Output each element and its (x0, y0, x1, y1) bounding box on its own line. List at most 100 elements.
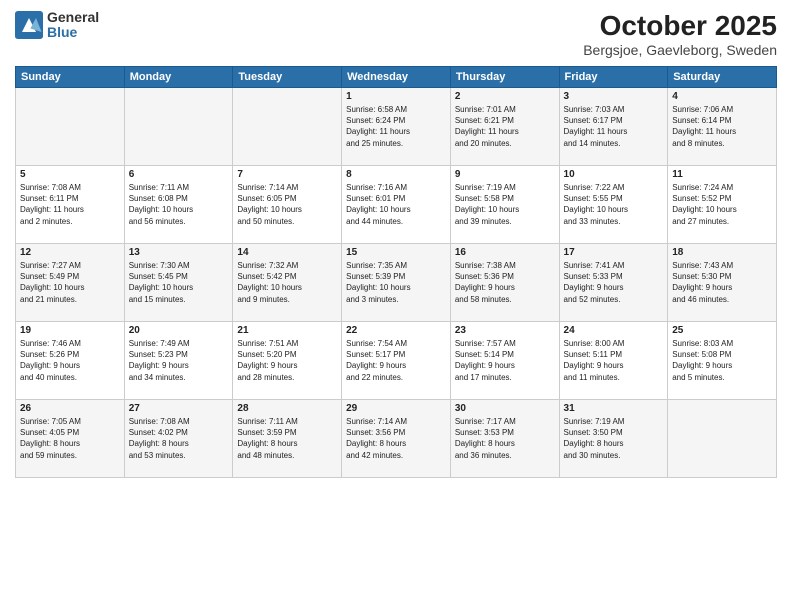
day-number: 30 (455, 403, 555, 414)
calendar-header-row: SundayMondayTuesdayWednesdayThursdayFrid… (16, 67, 777, 88)
page-header: General Blue October 2025 Bergsjoe, Gaev… (15, 10, 777, 58)
calendar-body: 1 Sunrise: 6:58 AM Sunset: 6:24 PM Daylig… (16, 88, 777, 478)
calendar-day-cell: 29 Sunrise: 7:14 AM Sunset: 3:56 PM Dayli… (342, 400, 451, 478)
day-info: Sunrise: 7:14 AM Sunset: 3:56 PM Dayligh… (346, 416, 446, 461)
day-number: 3 (564, 91, 664, 102)
day-info: Sunrise: 7:32 AM Sunset: 5:42 PM Dayligh… (237, 260, 337, 305)
calendar-day-cell: 20Sunrise: 7:49 AM Sunset: 5:23 PM Dayli… (124, 322, 233, 400)
day-info: Sunrise: 7:51 AM Sunset: 5:20 PM Dayligh… (237, 338, 337, 383)
day-info: Sunrise: 7:08 AM Sunset: 4:02 PM Dayligh… (129, 416, 229, 461)
day-info: Sunrise: 7:27 AM Sunset: 5:49 PM Dayligh… (20, 260, 120, 305)
day-info: Sunrise: 7:54 AM Sunset: 5:17 PM Dayligh… (346, 338, 446, 383)
calendar-day-cell: 28 Sunrise: 7:11 AM Sunset: 3:59 PM Dayli… (233, 400, 342, 478)
weekday-header: Sunday (16, 67, 125, 88)
calendar-day-cell: 17 Sunrise: 7:41 AM Sunset: 5:33 PM Dayli… (559, 244, 668, 322)
day-number: 29 (346, 403, 446, 414)
day-info: Sunrise: 7:19 AM Sunset: 3:50 PM Dayligh… (564, 416, 664, 461)
day-number: 20 (129, 325, 229, 336)
day-number: 6 (129, 169, 229, 180)
day-info: Sunrise: 7:14 AM Sunset: 6:05 PM Dayligh… (237, 182, 337, 227)
calendar-day-cell: 15 Sunrise: 7:35 AM Sunset: 5:39 PM Dayli… (342, 244, 451, 322)
calendar-day-cell: 31 Sunrise: 7:19 AM Sunset: 3:50 PM Dayli… (559, 400, 668, 478)
day-number: 26 (20, 403, 120, 414)
day-number: 4 (672, 91, 772, 102)
day-number: 25 (672, 325, 772, 336)
day-info: Sunrise: 7:06 AM Sunset: 6:14 PM Dayligh… (672, 104, 772, 149)
calendar-day-cell: 16 Sunrise: 7:38 AM Sunset: 5:36 PM Dayli… (450, 244, 559, 322)
calendar-day-cell: 1 Sunrise: 6:58 AM Sunset: 6:24 PM Daylig… (342, 88, 451, 166)
day-number: 14 (237, 247, 337, 258)
calendar-day-cell: 25Sunrise: 8:03 AM Sunset: 5:08 PM Dayli… (668, 322, 777, 400)
day-info: Sunrise: 7:05 AM Sunset: 4:05 PM Dayligh… (20, 416, 120, 461)
day-number: 7 (237, 169, 337, 180)
calendar-day-cell: 5Sunrise: 7:08 AM Sunset: 6:11 PM Daylig… (16, 166, 125, 244)
day-number: 24 (564, 325, 664, 336)
calendar-day-cell: 7 Sunrise: 7:14 AM Sunset: 6:05 PM Daylig… (233, 166, 342, 244)
calendar-week-row: 1 Sunrise: 6:58 AM Sunset: 6:24 PM Daylig… (16, 88, 777, 166)
calendar-day-cell: 6 Sunrise: 7:11 AM Sunset: 6:08 PM Daylig… (124, 166, 233, 244)
day-info: Sunrise: 7:11 AM Sunset: 3:59 PM Dayligh… (237, 416, 337, 461)
calendar-day-cell: 13 Sunrise: 7:30 AM Sunset: 5:45 PM Dayli… (124, 244, 233, 322)
calendar-day-cell: 11 Sunrise: 7:24 AM Sunset: 5:52 PM Dayli… (668, 166, 777, 244)
day-number: 23 (455, 325, 555, 336)
day-number: 22 (346, 325, 446, 336)
calendar-day-cell: 22 Sunrise: 7:54 AM Sunset: 5:17 PM Dayli… (342, 322, 451, 400)
day-number: 2 (455, 91, 555, 102)
day-number: 27 (129, 403, 229, 414)
calendar-day-cell: 2 Sunrise: 7:01 AM Sunset: 6:21 PM Daylig… (450, 88, 559, 166)
calendar-week-row: 12Sunrise: 7:27 AM Sunset: 5:49 PM Dayli… (16, 244, 777, 322)
month-title: October 2025 (583, 10, 777, 42)
calendar-week-row: 26 Sunrise: 7:05 AM Sunset: 4:05 PM Dayli… (16, 400, 777, 478)
day-info: Sunrise: 6:58 AM Sunset: 6:24 PM Dayligh… (346, 104, 446, 149)
day-number: 15 (346, 247, 446, 258)
calendar-day-cell (124, 88, 233, 166)
calendar-day-cell: 3Sunrise: 7:03 AM Sunset: 6:17 PM Daylig… (559, 88, 668, 166)
calendar-day-cell: 12Sunrise: 7:27 AM Sunset: 5:49 PM Dayli… (16, 244, 125, 322)
calendar-day-cell: 19Sunrise: 7:46 AM Sunset: 5:26 PM Dayli… (16, 322, 125, 400)
day-info: Sunrise: 7:11 AM Sunset: 6:08 PM Dayligh… (129, 182, 229, 227)
calendar-day-cell: 30 Sunrise: 7:17 AM Sunset: 3:53 PM Dayli… (450, 400, 559, 478)
title-block: October 2025 Bergsjoe, Gaevleborg, Swede… (583, 10, 777, 58)
day-info: Sunrise: 7:38 AM Sunset: 5:36 PM Dayligh… (455, 260, 555, 305)
day-info: Sunrise: 7:30 AM Sunset: 5:45 PM Dayligh… (129, 260, 229, 305)
calendar-week-row: 5Sunrise: 7:08 AM Sunset: 6:11 PM Daylig… (16, 166, 777, 244)
logo-icon (15, 11, 43, 39)
calendar-day-cell: 4 Sunrise: 7:06 AM Sunset: 6:14 PM Daylig… (668, 88, 777, 166)
day-info: Sunrise: 7:46 AM Sunset: 5:26 PM Dayligh… (20, 338, 120, 383)
day-info: Sunrise: 7:24 AM Sunset: 5:52 PM Dayligh… (672, 182, 772, 227)
day-info: Sunrise: 7:01 AM Sunset: 6:21 PM Dayligh… (455, 104, 555, 149)
weekday-header: Thursday (450, 67, 559, 88)
day-info: Sunrise: 7:35 AM Sunset: 5:39 PM Dayligh… (346, 260, 446, 305)
day-number: 10 (564, 169, 664, 180)
day-number: 17 (564, 247, 664, 258)
weekday-header: Tuesday (233, 67, 342, 88)
calendar-day-cell: 27 Sunrise: 7:08 AM Sunset: 4:02 PM Dayli… (124, 400, 233, 478)
day-number: 16 (455, 247, 555, 258)
day-number: 9 (455, 169, 555, 180)
calendar-day-cell (16, 88, 125, 166)
day-number: 11 (672, 169, 772, 180)
calendar-day-cell: 10 Sunrise: 7:22 AM Sunset: 5:55 PM Dayli… (559, 166, 668, 244)
weekday-header: Monday (124, 67, 233, 88)
day-info: Sunrise: 7:08 AM Sunset: 6:11 PM Dayligh… (20, 182, 120, 227)
day-number: 31 (564, 403, 664, 414)
day-info: Sunrise: 7:41 AM Sunset: 5:33 PM Dayligh… (564, 260, 664, 305)
calendar-day-cell: 26 Sunrise: 7:05 AM Sunset: 4:05 PM Dayli… (16, 400, 125, 478)
calendar-day-cell: 23Sunrise: 7:57 AM Sunset: 5:14 PM Dayli… (450, 322, 559, 400)
logo-blue-text: Blue (47, 25, 99, 40)
day-number: 8 (346, 169, 446, 180)
day-info: Sunrise: 7:17 AM Sunset: 3:53 PM Dayligh… (455, 416, 555, 461)
day-info: Sunrise: 7:19 AM Sunset: 5:58 PM Dayligh… (455, 182, 555, 227)
calendar-day-cell: 14 Sunrise: 7:32 AM Sunset: 5:42 PM Dayli… (233, 244, 342, 322)
day-info: Sunrise: 7:43 AM Sunset: 5:30 PM Dayligh… (672, 260, 772, 305)
logo: General Blue (15, 10, 99, 41)
calendar-day-cell: 24Sunrise: 8:00 AM Sunset: 5:11 PM Dayli… (559, 322, 668, 400)
calendar-day-cell (668, 400, 777, 478)
day-number: 1 (346, 91, 446, 102)
calendar-day-cell: 18 Sunrise: 7:43 AM Sunset: 5:30 PM Dayli… (668, 244, 777, 322)
day-number: 13 (129, 247, 229, 258)
day-info: Sunrise: 7:22 AM Sunset: 5:55 PM Dayligh… (564, 182, 664, 227)
day-info: Sunrise: 7:16 AM Sunset: 6:01 PM Dayligh… (346, 182, 446, 227)
day-number: 28 (237, 403, 337, 414)
day-number: 18 (672, 247, 772, 258)
